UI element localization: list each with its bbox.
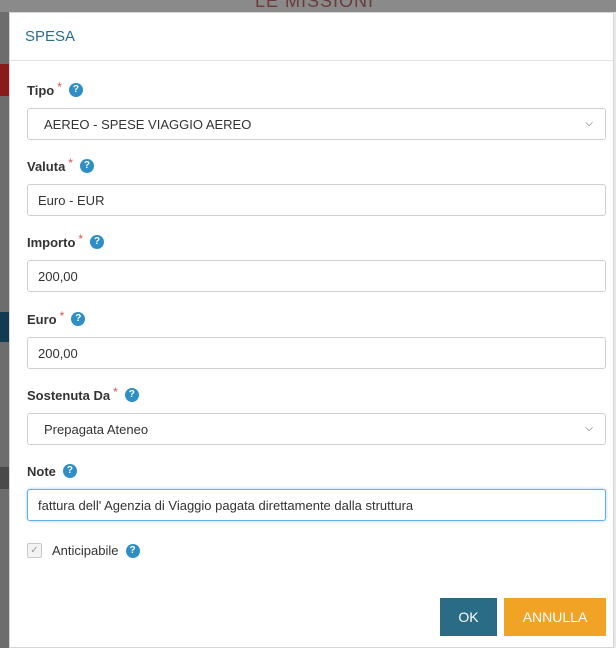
anticipabile-row: ✓ Anticipabile ?: [27, 543, 140, 558]
field-euro: Euro * ? 200,00: [27, 309, 606, 369]
field-importo: Importo * ? 200,00: [27, 232, 606, 292]
chevron-down-icon: ⌵: [585, 423, 593, 434]
sostenuta-da-label: Sostenuta Da: [27, 387, 111, 403]
backdrop-page-title: LE MISSIONI: [255, 0, 375, 11]
tipo-selected-value: AEREO - SPESE VIAGGIO AEREO: [44, 116, 252, 132]
valuta-field[interactable]: Euro - EUR: [27, 184, 606, 216]
anticipabile-label: Anticipabile: [52, 543, 119, 558]
checkmark-icon: ✓: [30, 545, 39, 556]
field-tipo: Tipo * ? AEREO - SPESE VIAGGIO AEREO ⌵: [27, 80, 606, 140]
question-circle-icon[interactable]: ?: [124, 388, 139, 402]
anticipabile-checkbox[interactable]: ✓: [27, 543, 42, 558]
note-input[interactable]: fattura dell' Agenzia di Viaggio pagata …: [27, 489, 606, 521]
question-circle-icon[interactable]: ?: [90, 235, 105, 249]
question-circle-icon[interactable]: ?: [125, 543, 140, 558]
note-label: Note: [27, 463, 56, 479]
tipo-label: Tipo: [27, 82, 55, 98]
sostenuta-da-selected-value: Prepagata Ateneo: [44, 421, 149, 437]
field-valuta: Valuta * ? Euro - EUR: [27, 156, 606, 216]
question-circle-icon[interactable]: ?: [62, 464, 77, 478]
modal-header: SPESA: [10, 13, 613, 61]
backdrop-sidebar-mark: [0, 312, 9, 342]
cancel-button[interactable]: ANNULLA: [504, 598, 606, 636]
note-value: fattura dell' Agenzia di Viaggio pagata …: [38, 497, 414, 513]
tipo-select[interactable]: AEREO - SPESE VIAGGIO AEREO ⌵: [27, 108, 606, 140]
importo-label: Importo: [27, 234, 76, 250]
modal-title: SPESA: [25, 28, 76, 45]
euro-value: 200,00: [38, 345, 78, 361]
field-note: Note ? fattura dell' Agenzia di Viaggio …: [27, 461, 606, 521]
valuta-label: Valuta: [27, 158, 66, 174]
backdrop-sidebar-mark: [0, 64, 9, 96]
valuta-value: Euro - EUR: [38, 192, 105, 208]
chevron-down-icon: ⌵: [585, 118, 593, 129]
question-circle-icon[interactable]: ?: [68, 83, 83, 97]
importo-field[interactable]: 200,00: [27, 260, 606, 292]
question-circle-icon[interactable]: ?: [71, 312, 86, 326]
importo-value: 200,00: [38, 268, 78, 284]
backdrop-sidebar-mark: [0, 467, 9, 489]
required-marker: *: [113, 385, 118, 399]
euro-field[interactable]: 200,00: [27, 337, 606, 369]
required-marker: *: [59, 309, 65, 323]
question-circle-icon[interactable]: ?: [79, 159, 94, 173]
required-marker: *: [57, 80, 62, 94]
sostenuta-da-select[interactable]: Prepagata Ateneo ⌵: [27, 413, 606, 445]
expense-modal: SPESA Tipo * ? AEREO - SPESE VIAGGIO AER…: [9, 12, 614, 648]
ok-button[interactable]: OK: [440, 598, 497, 636]
backdrop-sidebar: [0, 12, 9, 648]
euro-label: Euro: [27, 311, 57, 327]
required-marker: *: [68, 156, 73, 170]
field-sostenuta-da: Sostenuta Da * ? Prepagata Ateneo ⌵: [27, 385, 606, 445]
required-marker: *: [78, 232, 84, 246]
